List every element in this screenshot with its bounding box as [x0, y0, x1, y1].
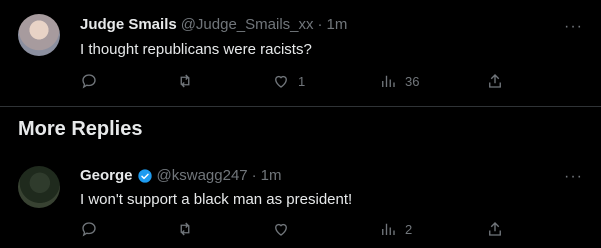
avatar[interactable] [18, 14, 60, 56]
like-button[interactable]: 1 [272, 72, 305, 90]
views-icon [382, 223, 395, 235]
share-button[interactable] [486, 220, 504, 238]
reply-tweet-1[interactable]: Judge Smails @Judge_Smails_xx · 1m ··· I… [0, 0, 601, 107]
like-button[interactable] [272, 220, 298, 238]
views-count: 2 [405, 221, 413, 237]
more-replies-heading: More Replies [18, 118, 143, 140]
views-button[interactable]: 36 [379, 72, 419, 90]
action-bar: 1 36 [80, 72, 510, 94]
tweet-header: Judge Smails @Judge_Smails_xx · 1m [80, 16, 347, 33]
views-icon [382, 75, 395, 87]
share-icon [489, 222, 501, 236]
views-button[interactable]: 2 [379, 220, 412, 238]
share-icon [489, 74, 501, 88]
retweet-icon [180, 74, 190, 88]
timestamp[interactable]: 1m [327, 16, 348, 33]
retweet-icon [180, 222, 190, 236]
avatar[interactable] [18, 166, 60, 208]
reply-tweet-2[interactable]: George @kswagg247 · 1m ··· I won't suppo… [0, 150, 601, 248]
reply-icon [82, 74, 96, 89]
timestamp[interactable]: 1m [261, 167, 282, 184]
action-bar: 2 [80, 220, 510, 242]
verified-badge-icon [137, 168, 152, 183]
heart-icon [275, 75, 287, 88]
tweet-text: I thought republicans were racists? [80, 41, 312, 58]
tweet-header: George @kswagg247 · 1m [80, 167, 281, 184]
author-handle[interactable]: @Judge_Smails_xx [181, 16, 314, 33]
more-icon[interactable]: ··· [564, 18, 583, 36]
heart-icon [275, 223, 287, 236]
author-name[interactable]: George [80, 167, 133, 184]
author-name[interactable]: Judge Smails [80, 16, 177, 33]
separator-dot: · [317, 16, 323, 33]
reply-button[interactable] [80, 72, 106, 90]
author-handle[interactable]: @kswagg247 [157, 167, 248, 184]
tweet-text: I won't support a black man as president… [80, 191, 353, 208]
separator-dot: · [251, 167, 257, 184]
more-icon[interactable]: ··· [564, 168, 583, 186]
retweet-button[interactable] [176, 220, 202, 238]
retweet-button[interactable] [176, 72, 202, 90]
reply-button[interactable] [80, 220, 106, 238]
like-count: 1 [298, 73, 306, 89]
views-count: 36 [405, 73, 420, 89]
share-button[interactable] [486, 72, 504, 90]
reply-icon [82, 222, 96, 237]
